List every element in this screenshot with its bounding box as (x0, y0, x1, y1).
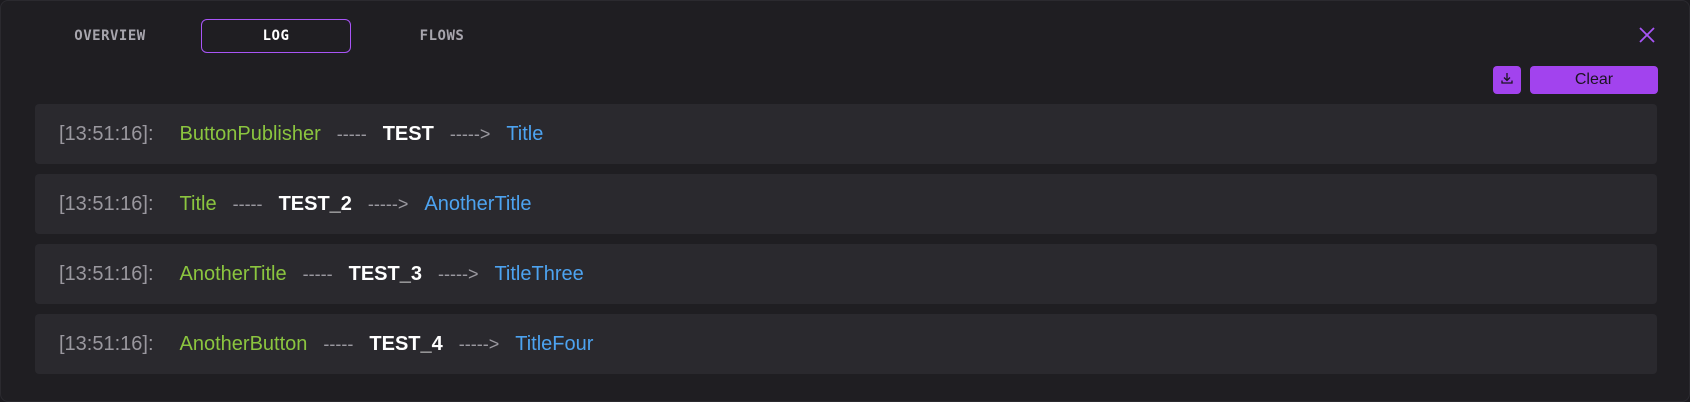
log-event: TEST_3 (348, 262, 422, 285)
download-icon (1500, 71, 1514, 90)
log-timestamp: [13:51:16]: (59, 332, 154, 355)
log-timestamp: [13:51:16]: (59, 122, 154, 145)
log-dash: ----- (232, 193, 263, 214)
log-arrow: -----> (458, 333, 500, 354)
close-icon[interactable] (1637, 25, 1657, 45)
log-list: [13:51:16]: ButtonPublisher ----- TEST -… (35, 104, 1657, 384)
log-event: TEST_4 (369, 332, 443, 355)
log-event: TEST (382, 122, 434, 145)
log-dash: ----- (336, 123, 367, 144)
log-timestamp: [13:51:16]: (59, 192, 154, 215)
log-entry: [13:51:16]: AnotherButton ----- TEST_4 -… (35, 314, 1657, 374)
log-target: TitleThree (494, 262, 584, 285)
log-entry: [13:51:16]: AnotherTitle ----- TEST_3 --… (35, 244, 1657, 304)
log-target: AnotherTitle (424, 192, 532, 215)
log-arrow: -----> (449, 123, 491, 144)
log-entry: [13:51:16]: Title ----- TEST_2 -----> An… (35, 174, 1657, 234)
tab-bar: OVERVIEW LOG FLOWS (35, 19, 533, 53)
log-source: ButtonPublisher (179, 122, 321, 145)
tab-overview[interactable]: OVERVIEW (35, 19, 185, 53)
log-arrow: -----> (437, 263, 479, 284)
log-source: AnotherButton (179, 332, 308, 355)
clear-button[interactable]: Clear (1530, 66, 1658, 94)
log-timestamp: [13:51:16]: (59, 262, 154, 285)
log-arrow: -----> (367, 193, 409, 214)
tab-log[interactable]: LOG (201, 19, 351, 53)
download-button[interactable] (1493, 66, 1521, 94)
tab-flows[interactable]: FLOWS (367, 19, 517, 53)
log-target: Title (506, 122, 544, 145)
log-dash: ----- (302, 263, 333, 284)
log-source: AnotherTitle (179, 262, 287, 285)
log-entry: [13:51:16]: ButtonPublisher ----- TEST -… (35, 104, 1657, 164)
log-event: TEST_2 (278, 192, 352, 215)
devtools-panel: OVERVIEW LOG FLOWS Clear [13:51:16]: But… (0, 0, 1690, 402)
log-source: Title (179, 192, 217, 215)
log-dash: ----- (323, 333, 354, 354)
log-target: TitleFour (515, 332, 594, 355)
